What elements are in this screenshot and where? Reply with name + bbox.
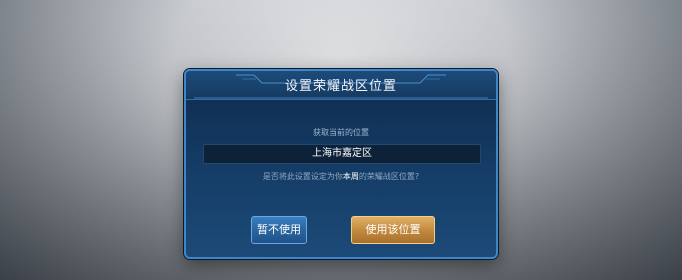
location-display: 上海市嘉定区: [203, 144, 481, 164]
decline-button[interactable]: 暂不使用: [251, 216, 307, 244]
confirm-highlight: 本周: [342, 172, 359, 181]
current-location-label: 获取当前的位置: [313, 128, 369, 137]
confirm-prefix: 是否将此设置设定为你: [262, 172, 343, 181]
game-screen: 设置荣耀战区位置 获取当前的位置 上海市嘉定区 是否将此设置设定为你本周的荣耀战…: [0, 0, 682, 280]
confirm-question: 是否将此设置设定为你本周的荣耀战区位置?: [186, 171, 496, 182]
dialog-title: 设置荣耀战区位置: [284, 79, 397, 94]
use-location-button[interactable]: 使用该位置: [351, 216, 435, 244]
dialog-header: 设置荣耀战区位置: [186, 71, 496, 100]
zone-location-dialog: 设置荣耀战区位置 获取当前的位置 上海市嘉定区 是否将此设置设定为你本周的荣耀战…: [184, 69, 498, 259]
confirm-suffix: 的荣耀战区位置?: [358, 172, 420, 181]
